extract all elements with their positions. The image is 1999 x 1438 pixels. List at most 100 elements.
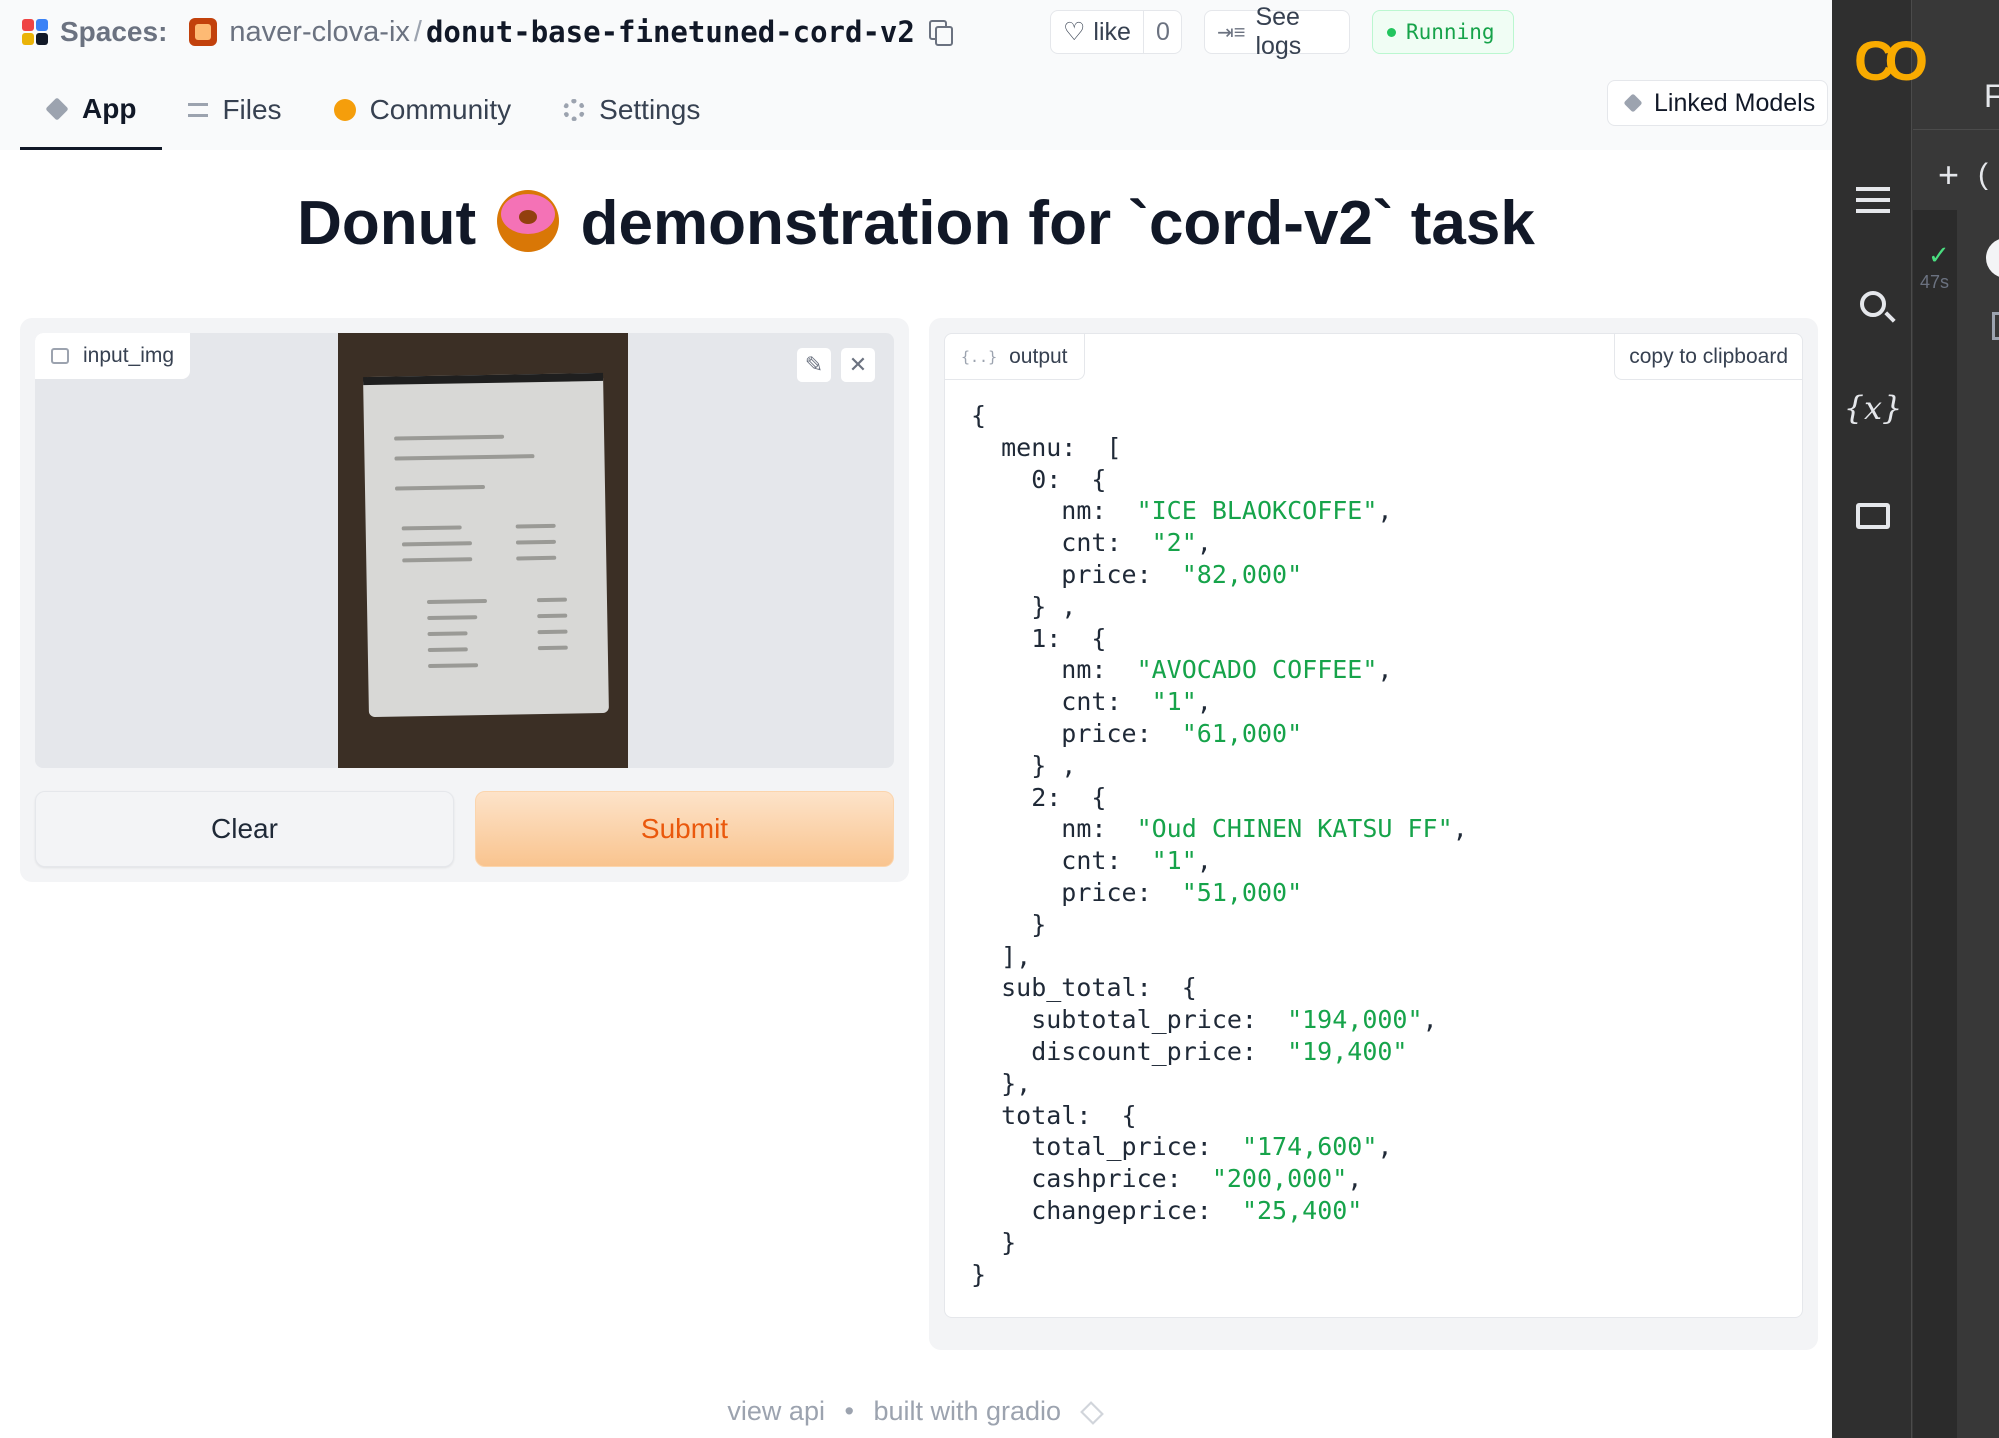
add-code-button[interactable]: + <box>1938 154 1959 196</box>
org-avatar <box>189 18 218 46</box>
donut-icon <box>497 190 560 252</box>
repo-name[interactable]: donut-base-finetuned-cord-v2 <box>426 15 915 49</box>
json-line: menu: [ <box>971 432 1468 464</box>
json-key: total_price: <box>971 1132 1242 1162</box>
breadcrumb: Spaces: naver-clova-ix / donut-base-fine… <box>22 10 953 54</box>
json-key: price: <box>971 877 1182 907</box>
title-prefix: Donut <box>297 189 477 258</box>
cube-icon <box>1623 93 1643 113</box>
json-line: ], <box>971 941 1468 973</box>
colab-menu-cut[interactable]: F <box>1984 78 1999 115</box>
image-icon <box>51 348 69 364</box>
submit-button[interactable]: Submit <box>475 791 894 867</box>
copy-icon[interactable] <box>928 20 953 46</box>
tab-community[interactable]: Community <box>308 70 538 150</box>
copy-to-clipboard-button[interactable]: copy to clipboard <box>1614 334 1802 380</box>
org-link[interactable]: naver-clova-ix <box>229 16 410 49</box>
json-line: sub_total: { <box>971 972 1468 1004</box>
json-key: sub_total: { <box>971 973 1197 1003</box>
json-line: nm: "Oud CHINEN KATSU FF", <box>971 813 1468 845</box>
json-value: "ICE BLAOKCOFFE" <box>1136 496 1378 526</box>
tab-app[interactable]: App <box>20 70 163 150</box>
json-line: cnt: "1", <box>971 686 1468 718</box>
json-key: total: { <box>971 1100 1137 1130</box>
json-key: price: <box>971 718 1182 748</box>
json-line: } <box>971 1259 1468 1291</box>
json-line: 0: { <box>971 464 1468 496</box>
json-value: "1" <box>1151 846 1197 876</box>
spaces-logo-icon <box>22 19 48 45</box>
footer: view api • built with gradio <box>0 1396 1832 1427</box>
see-logs-button[interactable]: ⇥≡ See logs <box>1204 3 1350 60</box>
json-value: "Oud CHINEN KATSU FF" <box>1136 814 1453 844</box>
variables-icon: {x} <box>1843 389 1903 427</box>
clear-image-button[interactable]: ✕ <box>840 347 876 383</box>
output-panel: {..} output copy to clipboard { menu: [ … <box>929 318 1818 1350</box>
image-input[interactable]: input_img ✎ ✕ <box>35 333 894 768</box>
space-header: Spaces: naver-clova-ix / donut-base-fine… <box>0 0 1832 150</box>
json-key: price: <box>971 559 1182 589</box>
cell-gutter <box>1913 210 1957 1438</box>
search-button[interactable] <box>1848 282 1898 326</box>
json-punct: , <box>1452 814 1468 844</box>
json-key: }, <box>971 1068 1032 1098</box>
like-label: like <box>1093 17 1131 46</box>
json-key: discount_price: <box>971 1036 1288 1066</box>
heart-icon: ♡ <box>1063 18 1086 46</box>
json-key: 2: { <box>971 782 1107 812</box>
edit-button[interactable]: ✎ <box>796 347 832 383</box>
json-line: price: "51,000" <box>971 877 1468 909</box>
execution-time: 47s <box>1920 272 1950 292</box>
logs-icon: ⇥≡ <box>1217 21 1246 44</box>
output-label-text: output <box>1009 344 1068 368</box>
toc-button[interactable] <box>1848 178 1898 222</box>
json-line: cashprice: "200,000", <box>971 1163 1468 1195</box>
clear-button[interactable]: Clear <box>35 791 454 867</box>
input-panel: input_img ✎ ✕ Clear Submit <box>20 318 909 882</box>
json-line: 2: { <box>971 782 1468 814</box>
spaces-label[interactable]: Spaces: <box>60 16 167 48</box>
browser-pane: Spaces: naver-clova-ix / donut-base-fine… <box>0 0 1832 1438</box>
variables-button[interactable]: {x} <box>1844 386 1903 430</box>
linked-models-button[interactable]: Linked Models <box>1607 80 1829 126</box>
community-icon <box>333 99 356 121</box>
see-logs-label: See logs <box>1255 3 1302 60</box>
json-line: }, <box>971 1068 1468 1100</box>
like-button[interactable]: ♡ like 0 <box>1050 10 1182 54</box>
output-label: {..} output <box>945 334 1085 380</box>
json-key: cashprice: <box>971 1164 1212 1194</box>
files-button[interactable] <box>1848 494 1898 538</box>
json-key: 0: { <box>971 464 1107 494</box>
json-line: cnt: "2", <box>971 527 1468 559</box>
json-key: cnt: <box>971 528 1152 558</box>
view-api-link[interactable]: view api <box>727 1396 825 1426</box>
json-line: price: "61,000" <box>971 718 1468 750</box>
json-value: "61,000" <box>1181 718 1303 748</box>
receipt-paper <box>363 372 609 718</box>
run-cell-button[interactable] <box>1986 238 1999 278</box>
json-punct: , <box>1196 528 1212 558</box>
json-line: price: "82,000" <box>971 559 1468 591</box>
list-icon <box>1856 187 1890 213</box>
status-badge[interactable]: Running <box>1372 10 1514 54</box>
json-line: } , <box>971 591 1468 623</box>
json-line: changeprice: "25,400" <box>971 1195 1468 1227</box>
json-value: "174,600" <box>1241 1132 1378 1162</box>
built-with-gradio-link[interactable]: built with gradio <box>873 1396 1061 1426</box>
json-line: } <box>971 1227 1468 1259</box>
add-code-cut: ( <box>1978 158 1988 191</box>
footer-separator: • <box>844 1396 854 1426</box>
json-value: "194,000" <box>1287 1005 1423 1035</box>
json-value: "200,000" <box>1211 1164 1348 1194</box>
json-punct: , <box>1196 846 1212 876</box>
json-key: nm: <box>971 496 1137 526</box>
tab-files[interactable]: Files <box>162 70 307 150</box>
colab-logo[interactable]: CO <box>1854 28 1928 93</box>
tab-settings-label: Settings <box>599 94 701 125</box>
tab-settings[interactable]: Settings <box>537 70 726 150</box>
like-count: 0 <box>1155 17 1170 46</box>
json-output: {..} output copy to clipboard { menu: [ … <box>944 333 1803 1318</box>
input-label: input_img <box>35 333 191 379</box>
status-dot-icon <box>1387 27 1396 37</box>
json-punct: , <box>1377 496 1393 526</box>
